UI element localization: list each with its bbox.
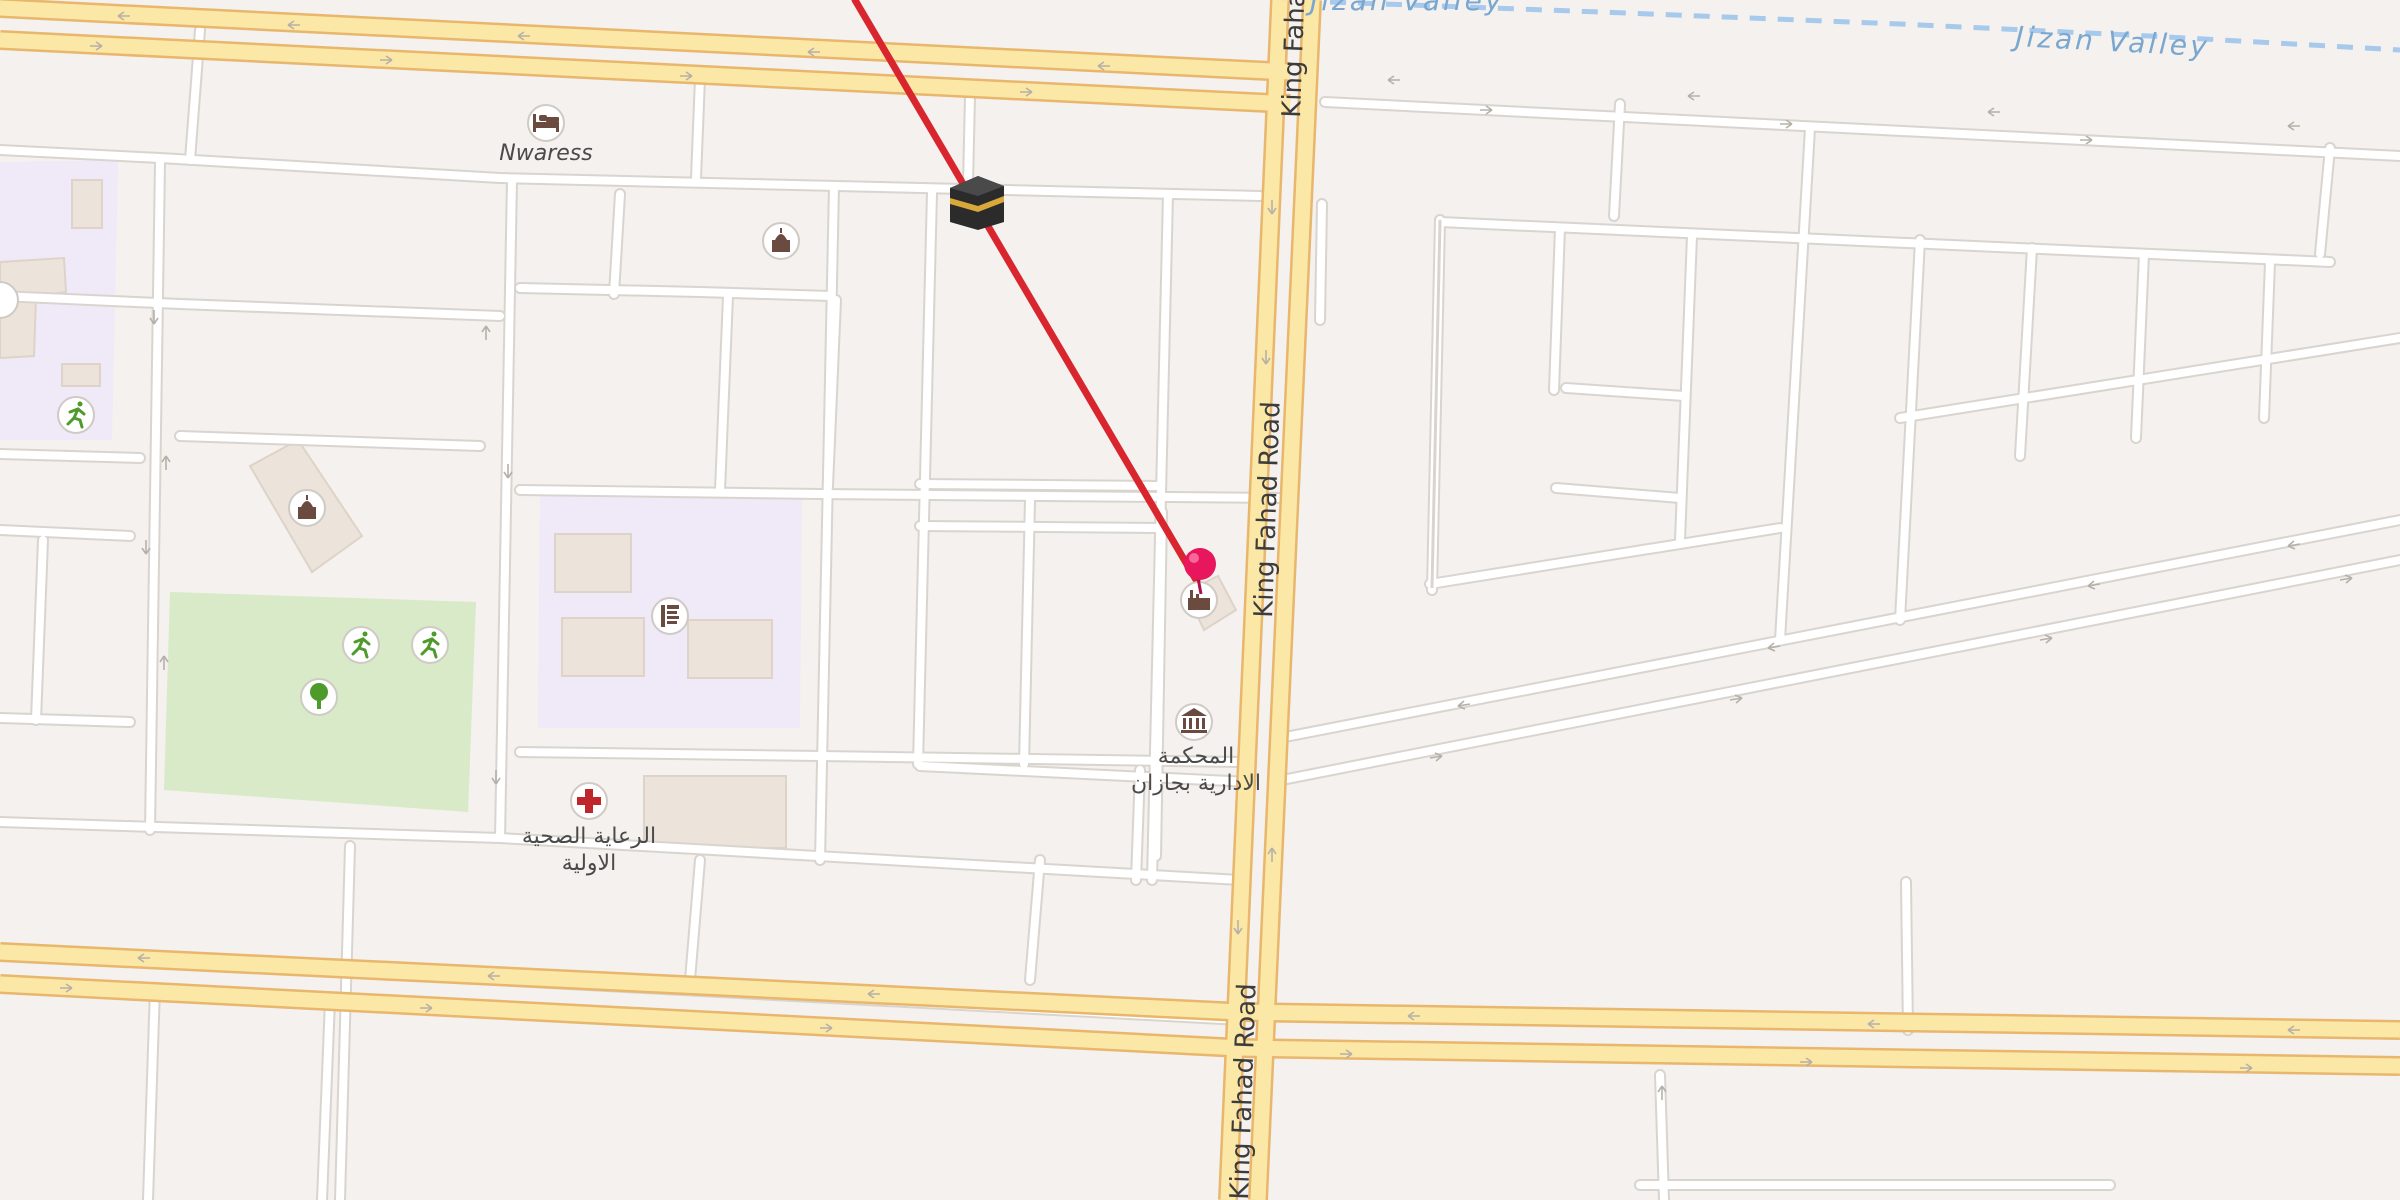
poi-playground-3[interactable] [411,626,449,664]
poi-healthcare-label-line2: الاولية [562,851,616,876]
poi-hotel-label: Nwaress [499,141,592,166]
road-label-king-fahad-upper: King Fahad [1277,0,1312,118]
water-label-left: Jizan Valley [1305,0,1504,17]
school-icon [661,605,679,627]
poi-court-label-line2: الادارية بجازان [1131,771,1261,796]
poi-playground-2[interactable] [342,626,380,664]
poi-mosque-a[interactable] [762,222,800,260]
poi-playground-1[interactable] [57,396,95,434]
poi-park[interactable] [300,678,338,716]
poi-court-label-line1: المحكمة [1158,744,1234,769]
poi-school[interactable] [651,597,689,635]
poi-mosque-b[interactable] [288,489,326,527]
poi-healthcare-label-line1: الرعاية الصحية [522,824,656,849]
map-canvas[interactable]: Jizan Valley Jizan Valley King Fahad Kin… [0,0,2400,1200]
